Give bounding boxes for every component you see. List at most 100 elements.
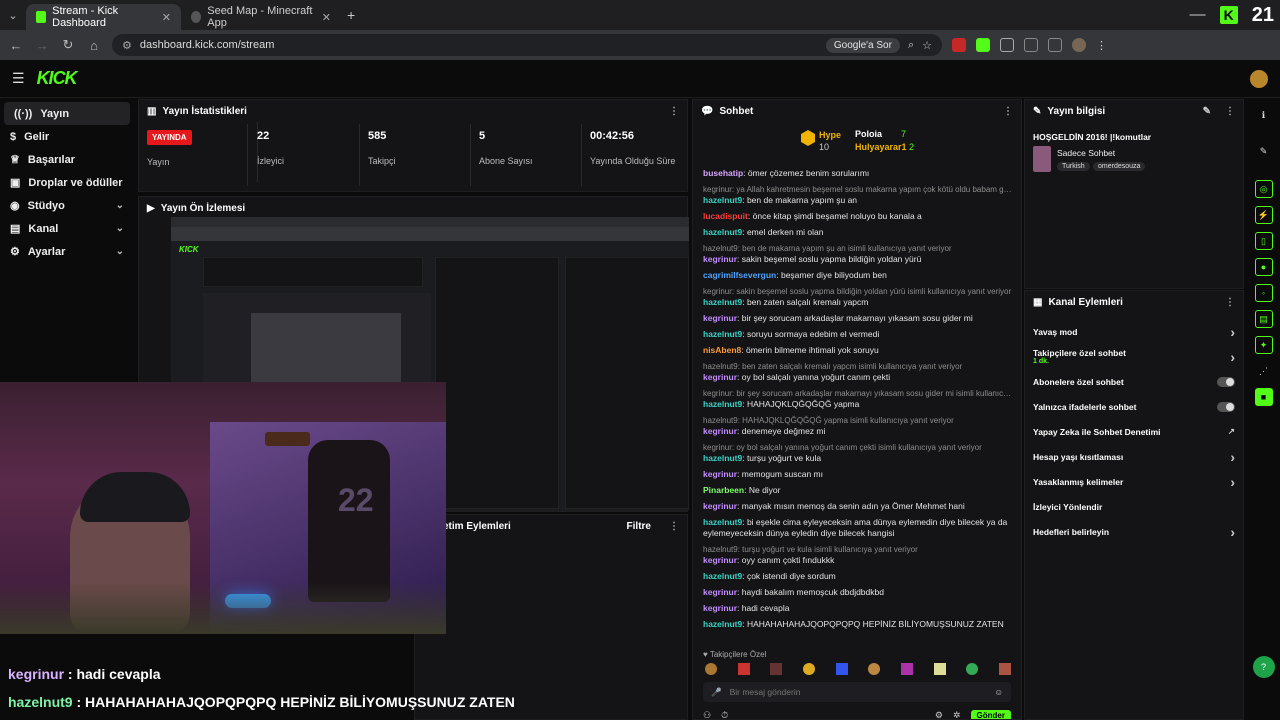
branch-icon[interactable]: ⋰: [1255, 362, 1273, 380]
chat-input[interactable]: [729, 687, 970, 697]
chat-message[interactable]: busehatip: ömer çözemez benim sorularımı: [703, 168, 1013, 179]
site-info-icon[interactable]: ⚙: [122, 39, 132, 52]
chat-message-list[interactable]: busehatip: ömer çözemez benim sorularımı…: [703, 168, 1013, 648]
chat-message[interactable]: hazelnut9: HAHAJQKLQĞQĞQĞ yapma: [703, 399, 1013, 410]
chat-username[interactable]: hazelnut9: [703, 227, 742, 237]
chat-username[interactable]: kegrinur: [703, 555, 737, 565]
more-options-icon[interactable]: ⋮: [1225, 297, 1235, 308]
chat-message[interactable]: kegrinur: oy bol salçalı yanına yoğurt c…: [703, 372, 1013, 383]
lightning-icon[interactable]: ⚡: [1254, 206, 1273, 224]
tab-seed-map[interactable]: Seed Map - Minecraft App ✕: [181, 4, 341, 30]
forward-icon[interactable]: →: [34, 38, 50, 53]
chat-message[interactable]: cagrimilfsevergun: beşamer diye biliyodu…: [703, 270, 1013, 281]
emote-icon[interactable]: [802, 663, 815, 675]
close-icon[interactable]: ✕: [162, 11, 171, 24]
users-icon[interactable]: ⚇: [703, 710, 711, 720]
more-options-icon[interactable]: ⋮: [669, 521, 679, 532]
wrench-icon[interactable]: ✦: [1254, 336, 1273, 354]
emote-icon[interactable]: [900, 663, 913, 675]
chat-message[interactable]: hazelnut9: ben zaten salçalı kremalı yap…: [703, 297, 1013, 308]
chat-message[interactable]: kegrinur: bir şey sorucam arkadaşlar mak…: [703, 313, 1013, 324]
timer-icon[interactable]: ⏱: [721, 710, 728, 720]
browser-menu-icon[interactable]: ⋮: [1096, 39, 1107, 52]
chat-message[interactable]: kegrinur: oyy canım çokti fındukkk: [703, 555, 1013, 566]
chat-username[interactable]: kegrinur: [703, 469, 737, 479]
chat-input-box[interactable]: 🎤 ☺: [703, 682, 1011, 702]
emote-icon[interactable]: [966, 663, 979, 675]
gear-icon[interactable]: ✲: [953, 710, 961, 720]
emote-icon[interactable]: [868, 663, 881, 675]
zoom-icon[interactable]: ⌕: [908, 39, 914, 52]
sidebar-item-kanal[interactable]: ▤ Kanal ⌄: [0, 217, 134, 240]
chat-username[interactable]: kegrinur: [703, 372, 737, 382]
user-avatar[interactable]: [1250, 69, 1268, 88]
profile-avatar[interactable]: [1072, 38, 1086, 52]
chat-username[interactable]: kegrinur: [703, 603, 737, 613]
emote-icon[interactable]: [835, 663, 848, 675]
channel-action-row[interactable]: Hesap yaşı kısıtlaması ›: [1025, 444, 1243, 469]
chat-username[interactable]: hazelnut9: [703, 399, 742, 409]
chat-message[interactable]: nisAben8: ömerin bilmeme ihtimali yok so…: [703, 345, 1013, 356]
chat-message[interactable]: kegrinur: denemeye değmez mi: [703, 426, 1013, 437]
chat-message[interactable]: kegrinur: sakin beşemel soslu yapma bild…: [703, 254, 1013, 265]
chat-username[interactable]: cagrimilfsevergun: [703, 270, 776, 280]
extension-red-icon[interactable]: [952, 38, 966, 52]
chat-username[interactable]: nisAben8: [703, 345, 741, 355]
chat-username[interactable]: kegrinur: [703, 501, 737, 511]
channel-action-row[interactable]: Hedefleri belirleyin ›: [1025, 519, 1243, 544]
chat-username[interactable]: hazelnut9: [703, 571, 742, 581]
chat-username[interactable]: hazelnut9: [703, 297, 742, 307]
back-icon[interactable]: ←: [8, 38, 24, 53]
close-icon[interactable]: ✕: [322, 11, 331, 24]
sidebar-item-yayin[interactable]: ((·)) Yayın: [4, 102, 130, 125]
filter-button[interactable]: Filtre: [627, 521, 651, 532]
google-ask-button[interactable]: Google'a Sor: [825, 37, 900, 53]
chat-username[interactable]: hazelnut9: [703, 453, 742, 463]
category-name[interactable]: Sadece Sohbet: [1057, 148, 1115, 158]
settings-icon[interactable]: ⚙: [935, 710, 943, 720]
chat-message[interactable]: hazelnut9: HAHAHAHAHAJQOPQPQPQ HEPİNİZ B…: [703, 619, 1013, 630]
kick-logo[interactable]: KICK: [37, 68, 78, 89]
sidebar-item-studyo[interactable]: ◉ Stüdyo ⌄: [0, 194, 134, 217]
chat-message[interactable]: lucadispuit: önce kitap şimdi beşamel no…: [703, 211, 1013, 222]
chat-message[interactable]: hazelnut9: turşu yoğurt ve kula: [703, 453, 1013, 464]
chat-username[interactable]: kegrinur: [703, 254, 737, 264]
camera-icon[interactable]: ◎: [1254, 180, 1273, 198]
emote-icon[interactable]: [933, 663, 946, 675]
sidebar-item-droplar[interactable]: ▣ Droplar ve ödüller: [0, 171, 134, 194]
chat-username[interactable]: kegrinur: [703, 313, 737, 323]
channel-action-row[interactable]: Yapay Zeka ile Sohbet Denetimi ↗: [1025, 419, 1243, 444]
emote-icon[interactable]: [998, 663, 1011, 675]
chat-message[interactable]: kegrinur: memogum suscan mı: [703, 469, 1013, 480]
toggle-switch[interactable]: [1217, 376, 1235, 387]
broadcast-icon[interactable]: ◦: [1254, 284, 1273, 302]
bookmark-star-icon[interactable]: ☆: [922, 39, 932, 52]
emote-icon[interactable]: [705, 663, 717, 675]
tab-kick-dashboard[interactable]: Stream - Kick Dashboard ✕: [26, 4, 181, 30]
sidebar-item-basarilar[interactable]: ♕ Başarılar: [0, 148, 134, 171]
channel-action-row[interactable]: Takipçilere özel sohbet 1 dk. ›: [1025, 344, 1243, 369]
chat-message[interactable]: hazelnut9: çok istendi diye sordum: [703, 571, 1013, 582]
green-tile-icon[interactable]: ■: [1254, 388, 1273, 406]
minimize-icon[interactable]: —: [1190, 6, 1206, 24]
reload-icon[interactable]: ↻: [60, 37, 76, 53]
extension-puzzle-icon[interactable]: [1000, 38, 1014, 52]
chat-username[interactable]: kegrinur: [703, 426, 737, 436]
emoji-picker-icon[interactable]: ☺: [994, 687, 1003, 697]
external-link-icon[interactable]: ↗: [1228, 426, 1235, 437]
chat-username[interactable]: hazelnut9: [703, 329, 742, 339]
channel-action-row[interactable]: Yasaklanmış kelimeler ›: [1025, 469, 1243, 494]
bookmarks-icon[interactable]: [1024, 38, 1038, 52]
chat-message[interactable]: kegrinur: manyak mısın memoş da senin ad…: [703, 501, 1013, 512]
chat-message[interactable]: hazelnut9: ben de makarna yapım şu an: [703, 195, 1013, 206]
emote-icon[interactable]: [770, 663, 783, 675]
chat-bubble-icon[interactable]: ●: [1254, 258, 1273, 276]
document-icon[interactable]: ▯: [1254, 232, 1273, 250]
edit-icon[interactable]: ✎: [1203, 106, 1211, 117]
chat-username[interactable]: kegrinur: [703, 587, 737, 597]
more-options-icon[interactable]: ⋮: [669, 106, 679, 117]
extension-kick-icon[interactable]: [976, 38, 990, 52]
send-button[interactable]: Gönder: [970, 709, 1011, 719]
tag-chip[interactable]: omerdesouza: [1093, 162, 1146, 171]
hamburger-menu-icon[interactable]: ☰: [12, 70, 25, 87]
